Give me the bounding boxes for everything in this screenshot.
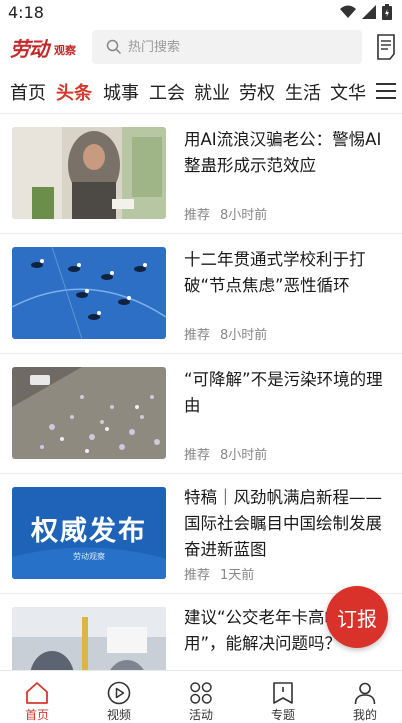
article-thumbnail	[12, 367, 166, 459]
status-icons	[340, 4, 392, 20]
article-thumbnail	[12, 247, 166, 339]
article-time: 8小时前	[220, 328, 268, 343]
article-tag: 推荐	[184, 568, 211, 583]
bottom-tab-profile[interactable]: 我的	[325, 671, 402, 723]
signal-icon	[362, 5, 376, 19]
category-nav: 首页 头条 城事 工会 就业 劳权 生活 文华	[0, 70, 402, 114]
bottom-tab-home[interactable]: 首页	[0, 671, 77, 723]
tab-culture[interactable]: 文华	[330, 79, 366, 105]
logo-text: 劳动	[10, 37, 49, 61]
bottom-tab-activity[interactable]: 活动	[161, 671, 241, 723]
bottom-tab-label: 首页	[24, 708, 49, 722]
app-logo[interactable]: 劳动 观察	[10, 33, 84, 63]
topic-icon	[273, 682, 293, 704]
article-meta: 推荐 8小时前	[184, 324, 267, 343]
article-title: 特稿｜风劲帆满启新程——国际社会瞩目中国绘制发展奋进新蓝图	[184, 488, 382, 559]
tab-home[interactable]: 首页	[10, 79, 46, 105]
article-meta: 推荐 8小时前	[184, 444, 267, 463]
home-icon	[26, 682, 48, 704]
bottom-tab-label: 我的	[352, 708, 377, 722]
header: 劳动 观察	[0, 26, 402, 70]
menu-icon[interactable]	[376, 83, 396, 101]
article-meta: 推荐 8小时前	[184, 204, 267, 223]
tab-city[interactable]: 城事	[103, 79, 139, 105]
article-title: 用AI流浪汉骗老公：警惕AI整蛊形成示范效应	[184, 130, 382, 175]
status-bar: 4:18	[0, 0, 402, 26]
article-item[interactable]: 权威发布 劳动观察 特稿｜风劲帆满启新程——国际社会瞩目中国绘制发展奋进新蓝图 …	[0, 474, 402, 594]
article-time: 8小时前	[220, 208, 268, 223]
article-tag: 推荐	[184, 328, 211, 343]
tab-employment[interactable]: 就业	[194, 79, 230, 105]
search-input[interactable]	[128, 36, 348, 58]
logo-subtext: 观察	[54, 44, 76, 57]
search-icon	[106, 39, 122, 55]
newspaper-icon[interactable]	[376, 34, 396, 60]
article-time: 8小时前	[220, 448, 268, 463]
bottom-tab-topics[interactable]: 专题	[243, 671, 323, 723]
video-icon	[107, 681, 131, 705]
profile-icon	[354, 682, 376, 705]
bottom-tab-label: 活动	[188, 708, 213, 722]
article-item[interactable]: “可降解”不是污染环境的理由 推荐 8小时前	[0, 354, 402, 474]
bottom-tab-label: 视频	[106, 708, 131, 722]
tab-union[interactable]: 工会	[149, 79, 185, 105]
thumbnail-headline: 权威发布	[31, 516, 147, 547]
article-time: 1天前	[220, 568, 255, 583]
article-tag: 推荐	[184, 208, 211, 223]
article-tag: 推荐	[184, 448, 211, 463]
search-bar[interactable]	[92, 30, 362, 64]
tab-life[interactable]: 生活	[285, 79, 321, 105]
thumbnail-logo: 劳动观察	[73, 552, 105, 561]
bottom-tab-label: 专题	[270, 708, 295, 722]
wifi-icon	[340, 5, 356, 18]
battery-icon	[382, 4, 392, 20]
article-thumbnail	[12, 127, 166, 219]
article-title: “可降解”不是污染环境的理由	[184, 370, 383, 415]
bottom-nav: 首页 视频 活动 专题 我的	[0, 670, 402, 723]
article-item[interactable]: 十二年贯通式学校利于打破“节点焦虑”恶性循环 推荐 8小时前	[0, 234, 402, 354]
article-thumbnail	[12, 607, 166, 670]
tab-headlines[interactable]: 头条	[56, 79, 92, 105]
status-time: 4:18	[8, 3, 44, 22]
activity-icon	[190, 682, 212, 704]
article-meta: 推荐 1天前	[184, 564, 254, 583]
tab-labor-rights[interactable]: 劳权	[239, 79, 275, 105]
article-item[interactable]: 用AI流浪汉骗老公：警惕AI整蛊形成示范效应 推荐 8小时前	[0, 114, 402, 234]
bottom-tab-video[interactable]: 视频	[79, 671, 159, 723]
article-title: 十二年贯通式学校利于打破“节点焦虑”恶性循环	[184, 250, 366, 295]
article-thumbnail: 权威发布 劳动观察	[12, 487, 166, 579]
subscribe-button[interactable]: 订报	[326, 586, 388, 648]
